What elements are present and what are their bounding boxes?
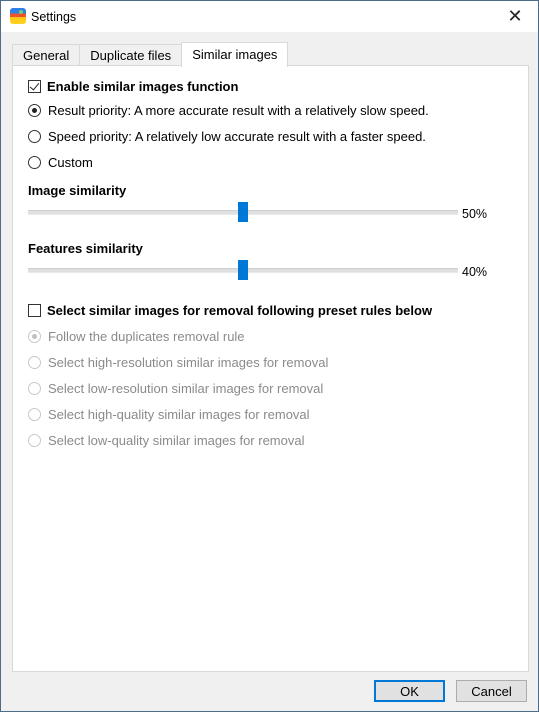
radio-disabled-icon [28,355,41,369]
custom-label: Custom [48,154,93,170]
features-similarity-title: Features similarity [28,241,143,256]
radio-follow-duplicates-rule: Follow the duplicates removal rule [28,327,245,345]
settings-window: Settings ✕ General Duplicate files Simil… [0,0,539,712]
tab-bar: General Duplicate files Similar images [12,42,289,67]
radio-selected-icon[interactable] [28,103,41,117]
enable-similar-images-label: Enable similar images function [47,78,239,94]
rule-label: Select low-quality similar images for re… [48,432,305,448]
similar-images-panel: Enable similar images function Result pr… [12,65,529,672]
radio-disabled-icon [28,433,41,447]
cancel-button[interactable]: Cancel [456,680,527,702]
removal-rules-checkbox[interactable]: Select similar images for removal follow… [28,301,432,319]
radio-speed-priority[interactable]: Speed priority: A relatively low accurat… [28,127,426,145]
tab-similar-images[interactable]: Similar images [181,42,289,67]
rule-label: Select high-resolution similar images fo… [48,354,329,370]
slider-thumb[interactable] [238,202,248,222]
features-similarity-value: 40% [462,265,488,279]
radio-result-priority[interactable]: Result priority: A more accurate result … [28,101,429,119]
checkbox-checked-icon[interactable] [28,79,41,93]
image-similarity-slider[interactable] [28,202,458,222]
radio-low-quality: Select low-quality similar images for re… [28,431,304,449]
title-bar: Settings ✕ [1,1,538,32]
radio-high-quality: Select high-quality similar images for r… [28,405,310,423]
radio-custom[interactable]: Custom [28,153,93,171]
radio-disabled-selected-icon [28,329,41,343]
radio-disabled-icon [28,381,41,395]
enable-similar-images-checkbox[interactable]: Enable similar images function [28,77,238,95]
close-icon: ✕ [507,6,523,26]
ok-button[interactable]: OK [374,680,445,702]
checkbox-unchecked-icon[interactable] [28,303,41,317]
rule-label: Select high-quality similar images for r… [48,406,310,422]
radio-unselected-icon[interactable] [28,129,41,143]
features-similarity-slider[interactable] [28,260,458,280]
speed-priority-label: Speed priority: A relatively low accurat… [48,128,426,144]
radio-high-resolution: Select high-resolution similar images fo… [28,353,328,371]
slider-thumb[interactable] [238,260,248,280]
tab-duplicate-files[interactable]: Duplicate files [79,44,183,67]
image-similarity-value: 50% [462,207,488,221]
radio-unselected-icon[interactable] [28,155,41,169]
image-similarity-title: Image similarity [28,183,127,198]
removal-rules-label: Select similar images for removal follow… [47,302,433,318]
tab-general[interactable]: General [12,44,81,67]
close-button[interactable]: ✕ [492,1,538,32]
window-title: Settings [31,10,77,24]
rule-label: Follow the duplicates removal rule [48,328,245,344]
result-priority-label: Result priority: A more accurate result … [48,102,429,118]
photo-app-icon [10,8,26,24]
rule-label: Select low-resolution similar images for… [48,380,324,396]
radio-low-resolution: Select low-resolution similar images for… [28,379,323,397]
radio-disabled-icon [28,407,41,421]
